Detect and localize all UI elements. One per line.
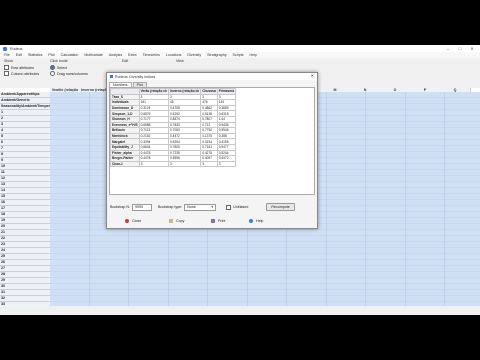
print-button[interactable]: Print xyxy=(211,216,225,225)
results-table-box: Verão (relação ch Inverno (relação ch Chuv… xyxy=(109,87,315,195)
value-cell: 3 xyxy=(168,160,202,168)
drag-radio[interactable]: Drag rows/columns xyxy=(50,71,88,76)
close-icon xyxy=(125,218,129,223)
title-bar: Rudeus – □ ✕ xyxy=(0,45,480,52)
menu-item[interactable]: Scripts xyxy=(233,53,244,57)
copy-icon xyxy=(169,218,173,223)
index-name-cell: Chao-1 xyxy=(110,160,140,168)
results-column-header: Chuvosa xyxy=(200,88,218,95)
results-column-header: Primavera xyxy=(216,88,237,95)
results-table: Verão (relação ch Inverno (relação ch Chuv… xyxy=(110,88,237,168)
dialog-title: Rudeus: Diversity indices xyxy=(115,74,156,79)
dialog-title-bar: Rudeus: Diversity indices ✕ xyxy=(107,73,317,80)
close-button-label: Close xyxy=(132,218,142,223)
value-cell: 3 xyxy=(216,160,237,168)
edit-label: Edit xyxy=(122,59,129,63)
table-row: Chao-1 3 3 3 3 xyxy=(110,160,237,168)
dialog-icon xyxy=(110,75,113,78)
menu-item[interactable]: Statistics xyxy=(28,53,42,57)
printer-icon xyxy=(211,218,215,223)
minimize-button[interactable]: – xyxy=(442,45,454,52)
status-bar xyxy=(0,306,480,315)
bootstrap-n-label: Bootstrap N: xyxy=(110,205,130,209)
menu-item[interactable]: Plot xyxy=(48,53,54,57)
print-button-label: Print xyxy=(218,218,226,223)
window-title: Rudeus xyxy=(10,46,23,51)
column-attributes-label: Column attributes xyxy=(11,71,40,76)
menu-item[interactable]: Extra xyxy=(128,53,136,57)
value-cell: 3 xyxy=(138,160,170,168)
menu-item[interactable]: Analysis xyxy=(109,53,122,57)
help-button[interactable]: Help xyxy=(249,216,263,225)
select-radio[interactable]: Select xyxy=(50,65,67,70)
menu-item[interactable]: File xyxy=(4,53,10,57)
index-name-cell: Evenness_e^H/S xyxy=(110,121,140,129)
unbiased-checkbox[interactable] xyxy=(226,204,232,210)
view-label: View xyxy=(176,59,184,63)
results-column-header: Inverno (relação ch xyxy=(168,88,202,95)
diversity-dialog: Rudeus: Diversity indices ✕ Numbers Plot… xyxy=(106,72,318,229)
menu-item[interactable]: Timeseries xyxy=(143,53,160,57)
recompute-button[interactable]: Recompute xyxy=(266,203,295,211)
column-attributes-checkbox[interactable]: Column attributes xyxy=(4,71,39,76)
unbiased-label: Unbiased xyxy=(233,205,249,209)
close-dialog-button[interactable]: Close xyxy=(125,216,141,225)
show-label: Show xyxy=(4,59,13,63)
row-attributes-checkbox[interactable]: Row attributes xyxy=(4,65,34,70)
menu-item[interactable]: Calculation xyxy=(61,53,79,57)
help-button-label: Help xyxy=(256,218,264,223)
bootstrap-type-value: None xyxy=(187,204,196,209)
results-column-header: Verão (relação ch xyxy=(138,88,170,95)
menu-item[interactable]: Diversity xyxy=(187,53,201,57)
bootstrap-n-input[interactable]: 9999 xyxy=(131,203,152,211)
maximize-button[interactable]: □ xyxy=(454,45,466,52)
menu-item[interactable]: Help xyxy=(250,53,257,57)
click-mode-label: Click mode xyxy=(50,59,68,63)
drag-label: Drag rows/columns xyxy=(57,71,88,76)
close-button[interactable]: ✕ xyxy=(466,45,478,52)
chevron-down-icon: ▾ xyxy=(211,204,214,209)
menu-item[interactable]: Locations xyxy=(166,53,181,57)
bootstrap-type-select[interactable]: None ▾ xyxy=(184,203,217,211)
bootstrap-type-label: Bootstrap type: xyxy=(157,205,183,209)
row-attributes-label: Row attributes xyxy=(11,65,34,70)
menu-item[interactable]: Edit xyxy=(16,53,22,57)
value-cell: 3 xyxy=(200,160,218,168)
select-label: Select xyxy=(57,65,67,70)
app-icon xyxy=(3,46,7,51)
dialog-close-icon[interactable]: ✕ xyxy=(311,73,314,78)
copy-button[interactable]: Copy xyxy=(169,216,184,225)
copy-button-label: Copy xyxy=(176,218,185,223)
menu-item[interactable]: Multivariate xyxy=(84,53,102,57)
help-icon xyxy=(249,218,253,223)
menu-item[interactable]: Stratigraphy xyxy=(207,53,226,57)
